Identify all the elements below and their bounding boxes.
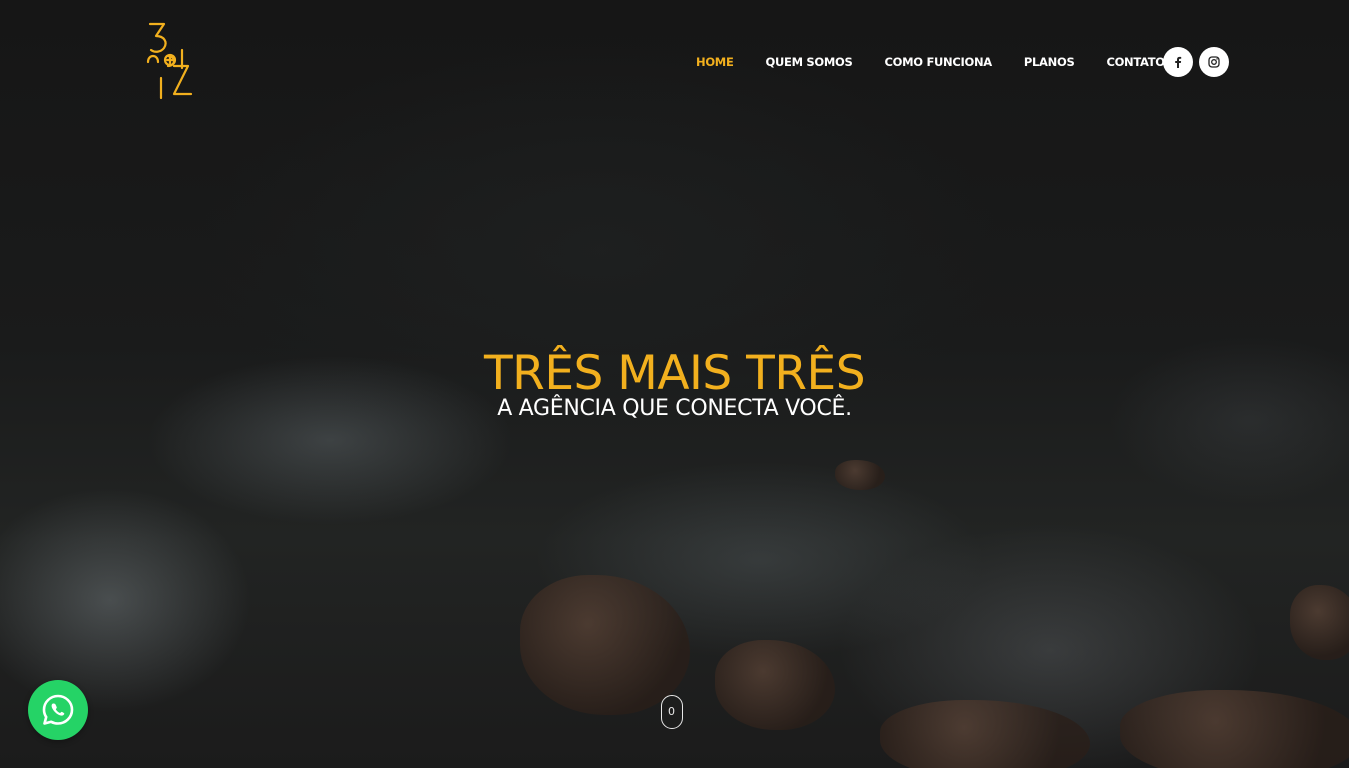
hero-subtitle: A AGÊNCIA QUE CONECTA VOCÊ. <box>497 396 852 421</box>
hero-section: HOME QUEM SOMOS COMO FUNCIONA PLANOS CON… <box>0 0 1349 768</box>
scroll-down-indicator[interactable]: 0 <box>661 695 683 729</box>
facebook-button[interactable] <box>1163 47 1193 77</box>
whatsapp-button[interactable] <box>28 680 88 740</box>
instagram-button[interactable] <box>1199 47 1229 77</box>
hero-text: TRÊS MAIS TRÊS A AGÊNCIA QUE CONECTA VOC… <box>0 345 1349 421</box>
nav-item-quem-somos[interactable]: QUEM SOMOS <box>750 55 869 69</box>
background-rock <box>520 575 690 715</box>
background-rock <box>1290 585 1349 660</box>
background-rock <box>1120 690 1349 768</box>
whatsapp-icon <box>42 694 74 725</box>
facebook-icon <box>1175 56 1182 68</box>
hero-title: TRÊS MAIS TRÊS <box>483 346 866 401</box>
brand-logo[interactable] <box>144 20 196 100</box>
background-rock <box>715 640 835 730</box>
background-rock <box>835 460 885 490</box>
scroll-indicator-label: 0 <box>668 705 675 718</box>
tres-mais-tres-logo-icon <box>146 22 193 100</box>
instagram-icon <box>1208 56 1220 68</box>
nav-item-como-funciona[interactable]: COMO FUNCIONA <box>869 55 1008 69</box>
background-rock <box>880 700 1090 768</box>
nav-item-home[interactable]: HOME <box>680 55 750 69</box>
nav-item-planos[interactable]: PLANOS <box>1008 55 1091 69</box>
main-nav: HOME QUEM SOMOS COMO FUNCIONA PLANOS CON… <box>680 46 1181 78</box>
